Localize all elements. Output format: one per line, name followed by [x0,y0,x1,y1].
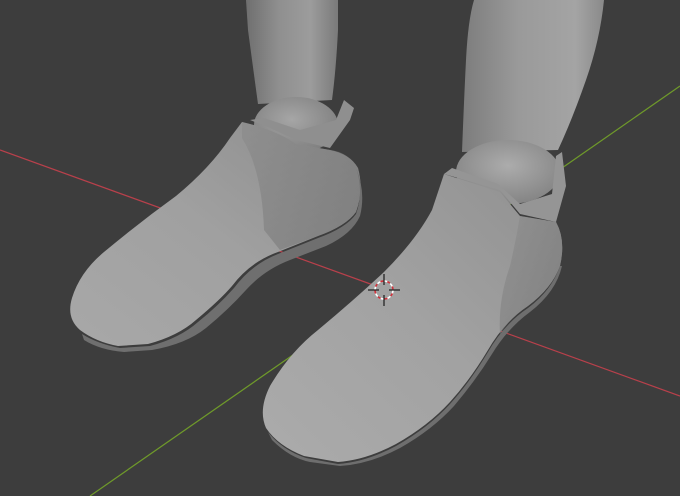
right-leg[interactable] [462,0,604,152]
left-leg[interactable] [246,0,338,104]
viewport-canvas[interactable] [0,0,680,496]
left-shoe[interactable] [70,122,363,352]
3d-viewport[interactable] [0,0,680,496]
